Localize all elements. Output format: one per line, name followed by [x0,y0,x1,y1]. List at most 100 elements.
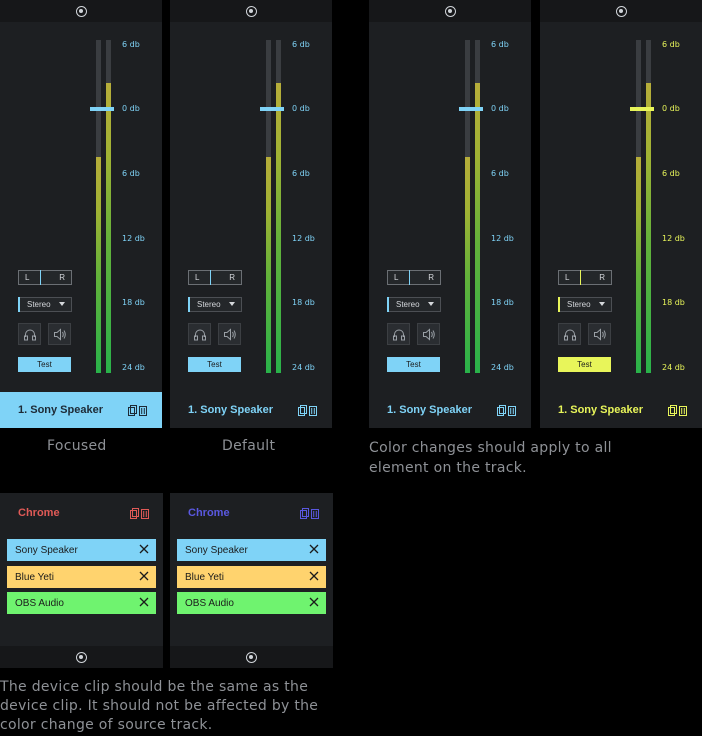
trash-icon[interactable] [141,508,149,519]
balance-handle[interactable] [580,270,581,285]
channel-mode-select[interactable]: Stereo [558,297,612,312]
monitor-button[interactable] [18,323,41,345]
db-tick-label: 18 db [491,298,514,307]
record-ring-icon[interactable] [75,5,87,17]
volume-fader[interactable] [459,107,483,111]
clip-blue-yeti[interactable]: Blue Yeti [7,566,156,588]
test-button[interactable]: Test [387,357,440,372]
copy-icon[interactable] [128,405,137,416]
balance-right-label: R [599,273,605,282]
close-icon[interactable] [137,595,151,609]
channel-mode-select[interactable]: Stereo [387,297,441,312]
channel-mode-select[interactable]: Stereo [188,297,242,312]
clip-label: Sony Speaker [185,544,248,556]
level-meter-fill [646,83,651,373]
track-name-bar[interactable]: 1. Sony Speaker [0,392,162,428]
trash-icon[interactable] [139,405,147,416]
balance-right-label: R [229,273,235,282]
select-accent-bar [558,297,560,312]
db-tick-label: 6 db [122,40,140,49]
db-tick-label: 6 db [491,169,509,178]
db-tick-label: 24 db [662,363,685,372]
track-top-bar [170,0,332,22]
balance-handle[interactable] [40,270,41,285]
copy-icon[interactable] [300,508,309,519]
record-ring-icon[interactable] [245,5,257,17]
db-tick-label: 18 db [292,298,315,307]
select-value: Stereo [567,300,591,309]
copy-icon[interactable] [497,405,506,416]
test-button[interactable]: Test [558,357,611,372]
clip-blue-yeti[interactable]: Blue Yeti [177,566,326,588]
mute-button[interactable] [218,323,241,345]
chevron-down-icon [229,302,235,306]
balance-handle[interactable] [210,270,211,285]
level-meter-fill [636,156,641,373]
clip-obs-audio[interactable]: OBS Audio [177,592,326,614]
headphones-icon [193,329,206,340]
select-accent-bar [188,297,190,312]
trash-icon[interactable] [508,405,516,416]
db-tick-label: 18 db [662,298,685,307]
close-icon[interactable] [307,595,321,609]
clip-label: OBS Audio [15,597,64,609]
speaker-icon [593,327,606,341]
close-icon[interactable] [307,569,321,583]
trash-icon[interactable] [679,405,687,416]
trash-icon[interactable] [311,508,319,519]
monitor-button[interactable] [387,323,410,345]
record-ring-icon[interactable] [615,5,627,17]
clip-sony-speaker[interactable]: Sony Speaker [7,539,156,561]
record-ring-icon[interactable] [444,5,456,17]
test-button[interactable]: Test [188,357,241,372]
track-name-bar[interactable]: 1. Sony Speaker [369,392,531,428]
source-title: Chrome [188,507,230,519]
volume-fader[interactable] [260,107,284,111]
balance-right-label: R [428,273,434,282]
balance-control[interactable]: LR [558,270,612,285]
close-icon[interactable] [307,542,321,556]
speaker-icon [53,327,66,341]
level-meter-left [96,40,101,373]
level-meter-fill [475,83,480,373]
device-clip-note: The device clip should be the same as th… [0,679,319,733]
chevron-down-icon [599,302,605,306]
mute-button[interactable] [48,323,71,345]
test-button[interactable]: Test [18,357,71,372]
record-ring-icon[interactable] [246,651,257,663]
level-meter-right [646,40,651,373]
clip-label: Sony Speaker [15,544,78,556]
track-top-bar [369,0,531,22]
mute-button[interactable] [588,323,611,345]
close-icon[interactable] [137,569,151,583]
close-icon[interactable] [137,542,151,556]
copy-icon[interactable] [130,508,139,519]
clip-obs-audio[interactable]: OBS Audio [7,592,156,614]
balance-handle[interactable] [409,270,410,285]
trash-icon[interactable] [309,405,317,416]
balance-control[interactable]: LR [188,270,242,285]
channel-mode-select[interactable]: Stereo [18,297,72,312]
volume-fader[interactable] [630,107,654,111]
balance-control[interactable]: LR [387,270,441,285]
track-name-bar[interactable]: 1. Sony Speaker [540,392,702,428]
source-track-1: Chrome Sony Speaker Blue Yeti OBS Audio [0,493,163,668]
mute-button[interactable] [417,323,440,345]
monitor-button[interactable] [188,323,211,345]
record-ring-icon[interactable] [76,651,87,663]
select-value: Stereo [27,300,51,309]
balance-left-label: L [394,273,399,282]
db-tick-label: 12 db [662,234,685,243]
track-name-bar[interactable]: 1. Sony Speaker [170,392,332,428]
balance-control[interactable]: LR [18,270,72,285]
level-meter-fill [465,156,470,373]
db-tick-label: 6 db [292,169,310,178]
db-tick-label: 12 db [292,234,315,243]
monitor-button[interactable] [558,323,581,345]
db-tick-label: 6 db [662,169,680,178]
headphones-icon [563,329,576,340]
copy-icon[interactable] [298,405,307,416]
copy-icon[interactable] [668,405,677,416]
clip-sony-speaker[interactable]: Sony Speaker [177,539,326,561]
volume-fader[interactable] [90,107,114,111]
